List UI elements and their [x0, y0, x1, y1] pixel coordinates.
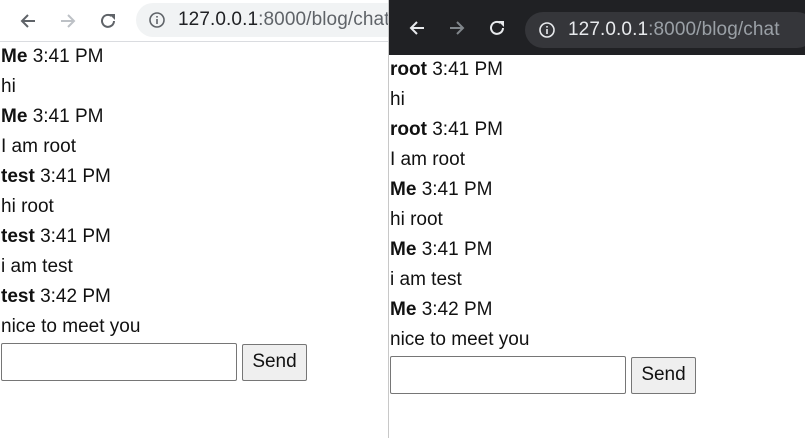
url-text: 127.0.0.1:8000/blog/chat: [568, 19, 780, 40]
message-form: Send: [390, 356, 805, 394]
message-sender: Me: [1, 106, 28, 127]
message-header: Me 3:41 PM: [390, 175, 805, 205]
message-sender: Me: [390, 299, 417, 320]
back-icon: [409, 20, 424, 35]
chat-log: Me 3:41 PM hi Me 3:41 PM I am root test …: [0, 42, 388, 381]
send-button[interactable]: Send: [631, 356, 696, 394]
message-text: hi: [390, 89, 405, 110]
message-sender: root: [390, 119, 427, 140]
message-input[interactable]: [1, 343, 237, 381]
message-text: nice to meet you: [1, 316, 141, 337]
message-header: test 3:42 PM: [1, 282, 388, 312]
right-browser-window: 127.0.0.1:8000/blog/chat root 3:41 PM hi…: [388, 0, 805, 438]
message-time: 3:41 PM: [40, 166, 111, 187]
message-header: Me 3:42 PM: [390, 295, 805, 325]
message-sender: Me: [390, 239, 417, 260]
message-header: root 3:41 PM: [390, 55, 805, 85]
url-text: 127.0.0.1:8000/blog/chat: [178, 9, 388, 30]
back-button[interactable]: [403, 0, 431, 55]
message-form: Send: [1, 343, 388, 381]
message-sender: test: [1, 226, 35, 247]
message-text: hi root: [1, 196, 54, 217]
message-time: 3:41 PM: [421, 179, 493, 200]
message-sender: test: [1, 166, 35, 187]
chat-log: root 3:41 PM hi root 3:41 PM I am root M…: [389, 55, 805, 394]
message-text: i am test: [390, 269, 462, 290]
message-input[interactable]: [390, 356, 626, 394]
forward-button[interactable]: [443, 0, 471, 55]
message-time: 3:42 PM: [421, 299, 493, 320]
message-text: i am test: [1, 256, 73, 277]
message-sender: Me: [1, 46, 28, 67]
back-button[interactable]: [14, 0, 42, 41]
message-sender: root: [390, 59, 427, 80]
address-bar[interactable]: 127.0.0.1:8000/blog/chat: [525, 12, 805, 48]
info-icon[interactable]: [538, 21, 556, 39]
message-header: test 3:41 PM: [1, 222, 388, 252]
address-bar[interactable]: 127.0.0.1:8000/blog/chat: [136, 3, 388, 37]
message-header: root 3:41 PM: [390, 115, 805, 145]
left-browser-window: 127.0.0.1:8000/blog/chat Me 3:41 PM hi M…: [0, 0, 388, 438]
message-header: Me 3:41 PM: [390, 235, 805, 265]
back-icon: [20, 13, 35, 28]
message-time: 3:41 PM: [432, 119, 503, 140]
message-time: 3:41 PM: [40, 226, 111, 247]
forward-icon: [61, 13, 76, 28]
reload-button[interactable]: [483, 0, 511, 55]
info-icon[interactable]: [148, 11, 166, 29]
message-text: I am root: [390, 149, 465, 170]
send-button[interactable]: Send: [242, 343, 307, 381]
message-time: 3:41 PM: [421, 239, 493, 260]
message-header: Me 3:41 PM: [1, 42, 388, 72]
reload-icon: [490, 20, 504, 35]
message-text: hi: [1, 76, 16, 97]
message-text: hi root: [390, 209, 443, 230]
message-time: 3:41 PM: [432, 59, 503, 80]
message-time: 3:41 PM: [32, 106, 104, 127]
message-sender: test: [1, 286, 35, 307]
forward-icon: [450, 20, 465, 35]
message-header: test 3:41 PM: [1, 162, 388, 192]
message-text: I am root: [1, 136, 76, 157]
message-time: 3:41 PM: [32, 46, 104, 67]
browser-toolbar: 127.0.0.1:8000/blog/chat: [0, 0, 388, 42]
reload-icon: [101, 13, 115, 28]
message-header: Me 3:41 PM: [1, 102, 388, 132]
message-time: 3:42 PM: [40, 286, 111, 307]
message-sender: Me: [390, 179, 417, 200]
browser-toolbar: 127.0.0.1:8000/blog/chat: [389, 0, 805, 55]
reload-button[interactable]: [94, 0, 122, 41]
message-text: nice to meet you: [390, 329, 530, 350]
forward-button[interactable]: [54, 0, 82, 41]
